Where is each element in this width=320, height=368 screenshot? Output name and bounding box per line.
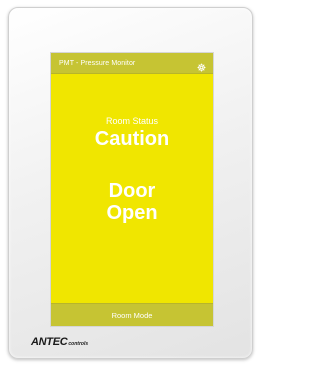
door-message: Door Open [106,180,157,224]
antec-logo: ANTEC controls [31,334,88,348]
header-title: PMT - Pressure Monitor [59,59,136,67]
room-status-label: Room Status [105,116,159,126]
touch-screen: PMT - Pressure Monitor Room Status Cauti… [50,52,214,327]
room-mode-button[interactable]: Room Mode [51,303,213,326]
status-panel: Room Status Caution Door Open [51,74,213,303]
door-message-line1: Door [108,180,156,202]
room-mode-label: Room Mode [111,310,153,320]
gear-icon[interactable] [197,59,206,71]
room-status-value: Caution [94,128,170,150]
logo-main: ANTEC [31,336,68,348]
door-message-line2: Open [106,202,158,224]
logo-sub: controls [68,341,89,347]
screen-header: PMT - Pressure Monitor [51,53,213,74]
